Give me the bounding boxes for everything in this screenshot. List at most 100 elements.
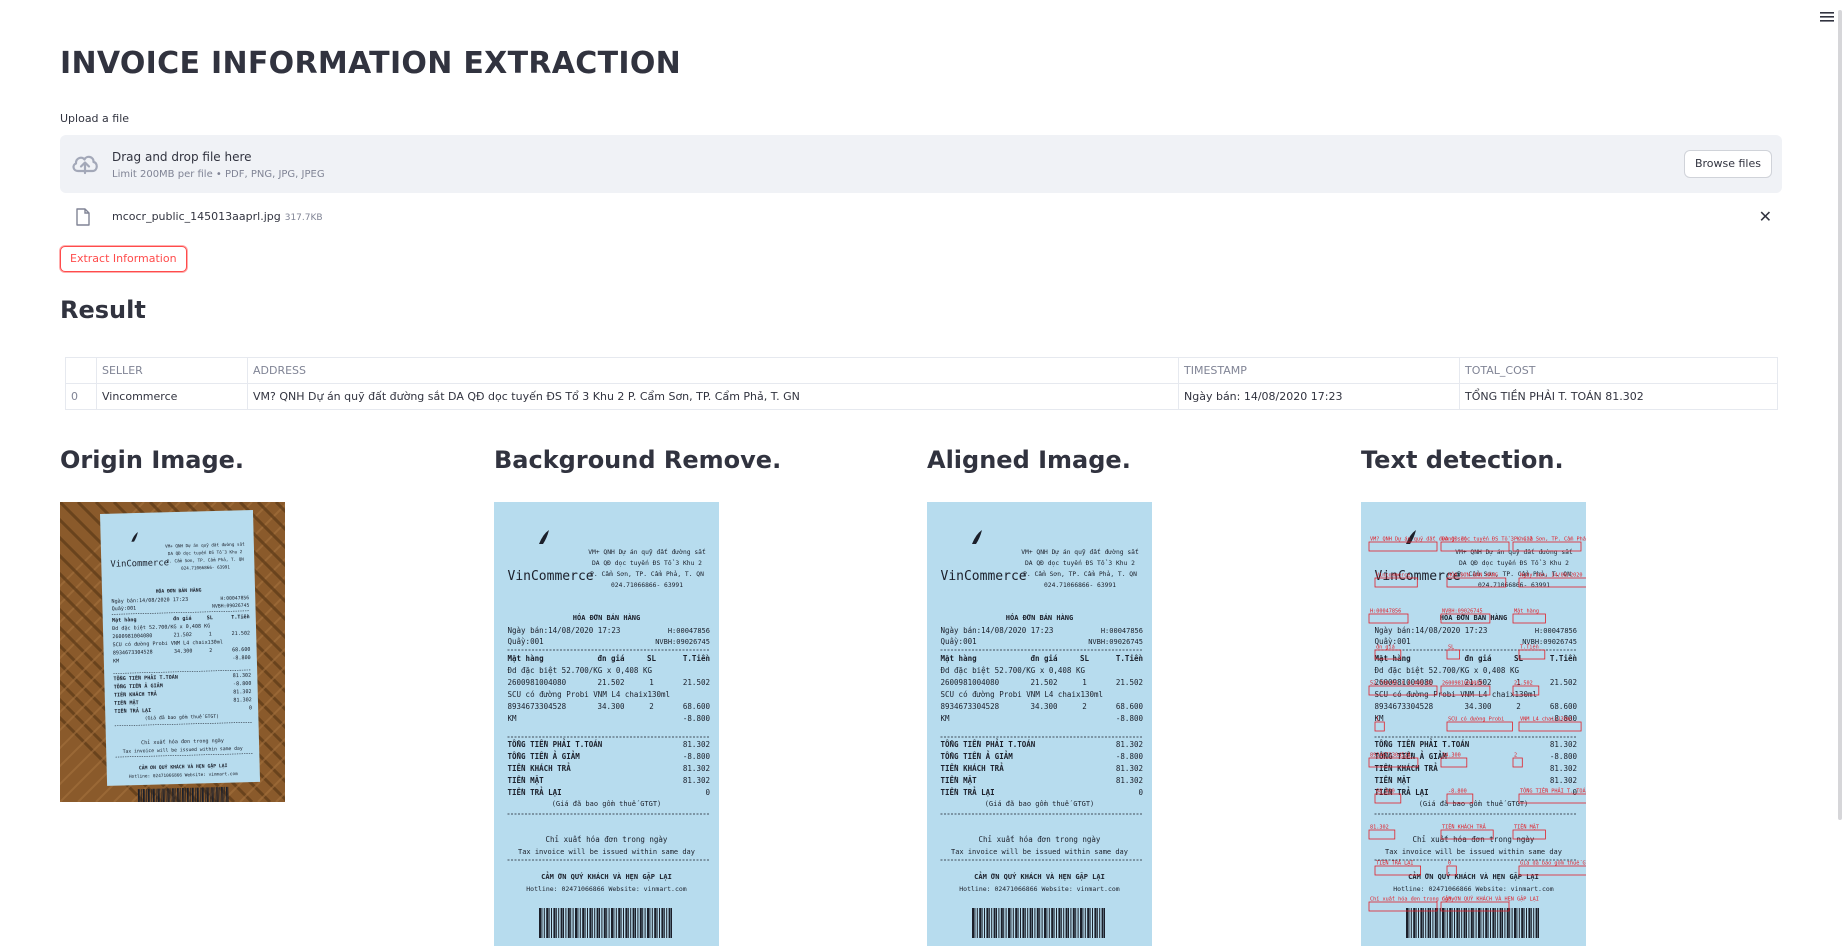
result-heading: Result — [60, 296, 146, 324]
barcode-bar — [570, 908, 572, 938]
receipt-item-cell: 21.502 — [683, 678, 710, 687]
receipt-item-cell: 21.502 — [1030, 678, 1057, 687]
barcode-bar — [608, 908, 610, 938]
barcode-bar — [623, 908, 624, 938]
barcode-bar — [1034, 908, 1036, 938]
barcode-bar — [1084, 908, 1086, 938]
receipt-total-label: TỔNG TIỀN Ả GIẢM — [508, 752, 581, 761]
hamburger-menu-icon[interactable] — [1820, 8, 1834, 27]
receipt-item-cell: -8.800 — [232, 655, 251, 661]
barcode-bar — [1008, 908, 1010, 938]
background-removed-image: VinCommerce VM+ QNH Dự án quỹ đất đường s… — [494, 502, 719, 946]
column-header-seller[interactable]: SELLER — [96, 357, 248, 384]
cloud-upload-icon — [72, 155, 98, 175]
barcode-bar — [1430, 908, 1431, 938]
column-header-address[interactable]: ADDRESS — [247, 357, 1179, 384]
barcode-bar — [1521, 908, 1524, 938]
receipt-total-value: 81.302 — [683, 764, 710, 773]
receipt-item-cell: 34.300 — [1464, 702, 1492, 711]
receipt-total-value: 81.302 — [683, 776, 710, 785]
receipt-total-value: -8.800 — [683, 752, 711, 761]
barcode-bar — [1408, 908, 1410, 938]
receipt-col-header: Mặt hàng — [508, 654, 545, 663]
receipt-thanks: CẢM ƠN QUÝ KHÁCH VÀ HẸN GẶP LẠI — [541, 872, 672, 881]
barcode-bar — [548, 908, 550, 938]
barcode-bar — [584, 908, 586, 938]
barcode-bar — [630, 908, 632, 938]
barcode-bar — [1533, 908, 1535, 938]
cell-timestamp[interactable]: Ngày bán: 14/08/2020 17:23 — [1178, 383, 1460, 410]
barcode-bar — [1506, 908, 1509, 938]
cell-seller[interactable]: Vincommerce — [96, 383, 248, 410]
receipt-footer-en: Tax invoice will be issued within same d… — [518, 848, 695, 856]
barcode-bar — [596, 908, 599, 938]
barcode-bar — [1538, 908, 1539, 938]
column-header-timestamp[interactable]: TIMESTAMP — [1178, 357, 1460, 384]
barcode-bar — [1070, 908, 1072, 938]
file-dropzone[interactable]: Drag and drop file here Limit 200MB per … — [60, 135, 1782, 193]
receipt-item-cell: 8934673304528 — [1375, 702, 1434, 711]
barcode-bar — [1015, 908, 1018, 938]
barcode-bar — [613, 908, 615, 938]
barcode-bar — [1458, 908, 1460, 938]
barcode-bar — [560, 908, 563, 938]
barcode-bar — [993, 908, 996, 938]
receipt-item-cell: 68.600 — [1550, 702, 1578, 711]
barcode-bar — [594, 908, 596, 938]
barcode-bar — [984, 908, 985, 938]
receipt-footer-vn: Chỉ xuất hóa đơn trong ngày — [1413, 835, 1535, 844]
barcode-bar — [1092, 908, 1093, 938]
barcode-bar — [1036, 908, 1039, 938]
row-index: 0 — [65, 383, 97, 410]
barcode-bar — [1005, 908, 1007, 938]
receipt-counter: Quầy:001 — [941, 637, 977, 646]
receipt-col-header: T.Tiền — [231, 613, 250, 620]
column-header-total-cost[interactable]: TOTAL_COST — [1459, 357, 1778, 384]
barcode-bar — [1096, 908, 1098, 938]
store-line: DA QĐ dọc tuyến ĐS Tổ 3 Khu 2 — [592, 559, 702, 567]
receipt-total-value: 81.302 — [233, 697, 252, 703]
receipt-staff: NVBH:09026745 — [655, 638, 710, 646]
receipt-total-label: TIỀN MẶT — [941, 776, 978, 785]
receipt-invoice-no: H:00047856 — [1535, 627, 1577, 635]
detection-label: 81.302 — [1370, 825, 1389, 831]
receipt-item-cell: 2 — [209, 648, 212, 654]
receipt-item-cell: 21.502 — [173, 632, 192, 638]
receipt-col-header: SL — [207, 615, 213, 621]
barcode-bar — [1461, 908, 1463, 938]
barcode-bar — [1530, 908, 1532, 938]
barcode-bar — [1427, 908, 1430, 938]
barcode-bar — [1000, 908, 1003, 938]
receipt-item-cell: 21.502 — [597, 678, 624, 687]
receipt-item-cell: 34.300 — [174, 648, 193, 654]
table-row: 0 Vincommerce VM? QNH Dự án quỹ đất đườn… — [65, 383, 1778, 410]
store-line: VM+ QNH Dự án quỹ đất đường sắt — [1455, 548, 1573, 556]
barcode-bar — [1502, 908, 1503, 938]
receipt-contact: Hotline: 02471066866 Website: vinmart.co… — [1393, 885, 1554, 893]
cell-address[interactable]: VM? QNH Dự án quỹ đất đường sắt DA QĐ dọ… — [247, 383, 1179, 410]
barcode-bar — [1434, 908, 1437, 938]
table-header-row: SELLER ADDRESS TIMESTAMP TOTAL_COST — [65, 357, 1778, 384]
receipt-vat-note: (Giá đã bao gồm thuế GTGT) — [1419, 800, 1529, 808]
barcode-bar — [988, 908, 990, 938]
barcode-bar — [1039, 908, 1041, 938]
store-line: VM+ QNH Dự án quỹ đất đường sắt — [1021, 548, 1139, 556]
text-detection-heading: Text detection. — [1361, 446, 1564, 474]
store-line: VM+ QNH Dự án quỹ đất đường sắt — [588, 548, 706, 556]
page-scrollbar[interactable] — [1838, 10, 1842, 820]
receipt-brand: VinCommerce — [110, 558, 169, 570]
remove-file-close-icon[interactable]: ✕ — [1759, 207, 1772, 226]
background-remove-heading: Background Remove. — [494, 446, 782, 474]
barcode-bar — [1444, 908, 1446, 938]
barcode-bar — [1535, 908, 1538, 938]
barcode-bar — [1020, 908, 1021, 938]
background-removed-receipt: VinCommerce VM+ QNH Dự án quỹ đất đường s… — [494, 502, 719, 946]
extract-information-button[interactable]: Extract Information — [60, 246, 187, 272]
barcode-bar — [656, 908, 658, 938]
barcode-bar — [1060, 908, 1062, 938]
cell-total-cost[interactable]: TỔNG TIỀN PHẢI T. TOÁN 81.302 — [1459, 383, 1778, 410]
detection-label: 2 — [1514, 753, 1517, 759]
barcode-bar — [601, 908, 603, 938]
browse-files-button[interactable]: Browse files — [1683, 150, 1772, 178]
barcode-bar — [1104, 908, 1105, 938]
